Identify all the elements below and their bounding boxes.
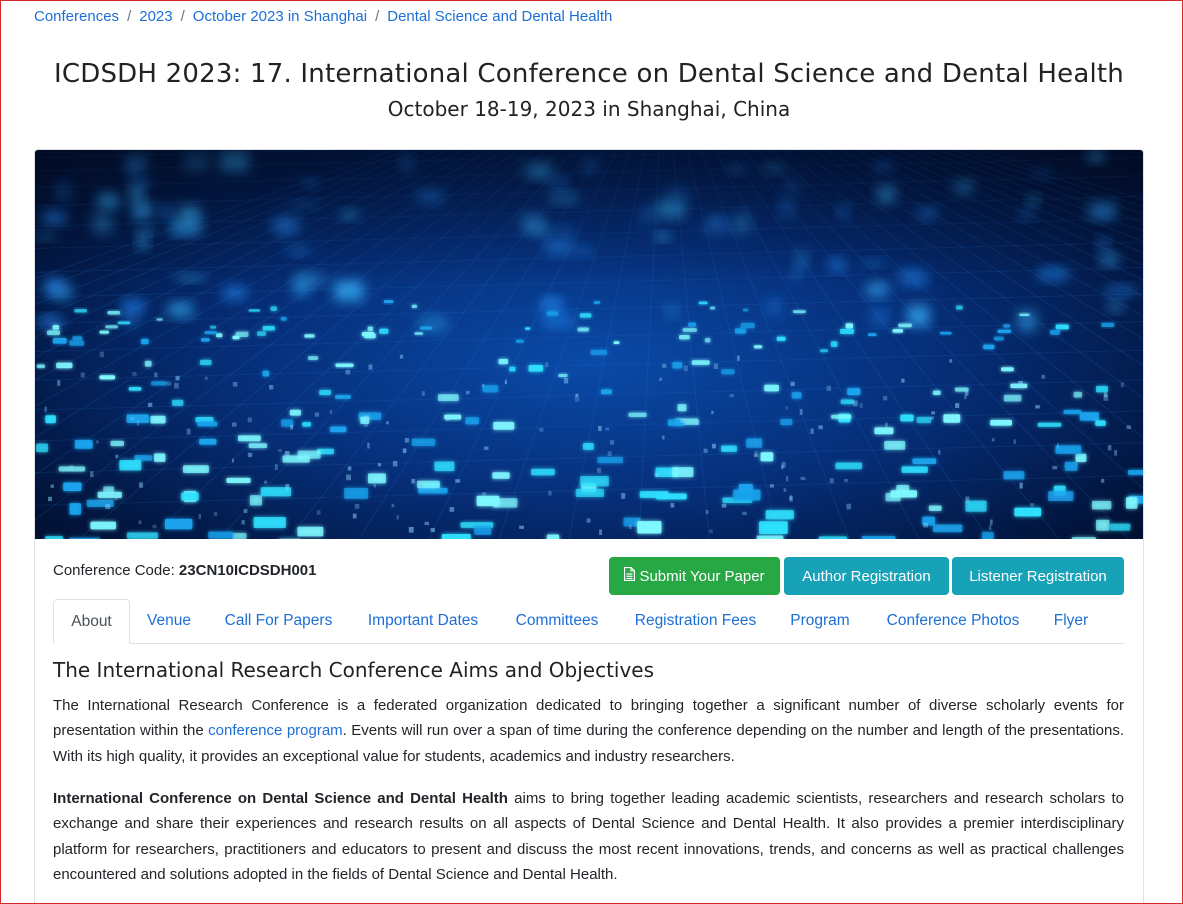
conference-name-bold: International Conference on Dental Scien… [53, 790, 508, 807]
tab-bar: About Venue Call For Papers Important Da… [53, 599, 1124, 644]
tab-about[interactable]: About [53, 599, 130, 644]
breadcrumb-conferences[interactable]: Conferences [34, 7, 119, 27]
conference-code-value: 23CN10ICDSDH001 [178, 562, 317, 579]
hero-top-fade [35, 150, 1143, 539]
digital-grid-illustration [35, 150, 1143, 539]
submit-paper-button[interactable]: Submit Your Paper [609, 557, 780, 595]
tab-flyer[interactable]: Flyer [1043, 599, 1099, 642]
conference-code-label: Conference Code: [53, 562, 175, 579]
tab-important-dates[interactable]: Important Dates [353, 599, 493, 642]
conference-code: Conference Code: 23CN10ICDSDH001 [53, 561, 317, 581]
author-registration-label: Author Registration [802, 567, 931, 585]
breadcrumb-separator: / [127, 8, 132, 25]
listener-registration-button[interactable]: Listener Registration [952, 557, 1124, 595]
file-text-icon [624, 566, 636, 585]
breadcrumb-separator: / [375, 8, 380, 25]
tab-registration-fees[interactable]: Registration Fees [622, 599, 769, 642]
page-header: ICDSDH 2023: 17. International Conferenc… [1, 57, 1177, 123]
author-registration-button[interactable]: Author Registration [784, 557, 949, 595]
conference-card: Conference Code: 23CN10ICDSDH001 Submit … [34, 149, 1144, 903]
tab-call-for-papers[interactable]: Call For Papers [213, 599, 344, 642]
breadcrumb-separator: / [180, 8, 185, 25]
conference-program-link[interactable]: conference program [208, 722, 343, 739]
breadcrumb-year[interactable]: 2023 [139, 7, 172, 27]
about-paragraph-1: The International Research Conference is… [53, 693, 1124, 769]
breadcrumb-topic[interactable]: Dental Science and Dental Health [387, 7, 612, 27]
section-heading: The International Research Conference Ai… [53, 658, 655, 682]
submit-paper-label: Submit Your Paper [639, 567, 765, 585]
breadcrumb-month-location[interactable]: October 2023 in Shanghai [193, 7, 367, 27]
page-subtitle: October 18-19, 2023 in Shanghai, China [387, 97, 791, 121]
breadcrumb: Conferences / 2023 / October 2023 in Sha… [34, 7, 612, 27]
page-title: ICDSDH 2023: 17. International Conferenc… [54, 59, 1124, 89]
tab-committees[interactable]: Committees [502, 599, 612, 642]
about-paragraph-2: International Conference on Dental Scien… [53, 786, 1124, 887]
tab-program[interactable]: Program [778, 599, 862, 642]
hero-image [35, 150, 1143, 539]
page-frame: Conferences / 2023 / October 2023 in Sha… [0, 0, 1183, 904]
tab-venue[interactable]: Venue [135, 599, 203, 642]
tab-conference-photos[interactable]: Conference Photos [872, 599, 1034, 642]
listener-registration-label: Listener Registration [969, 567, 1107, 585]
